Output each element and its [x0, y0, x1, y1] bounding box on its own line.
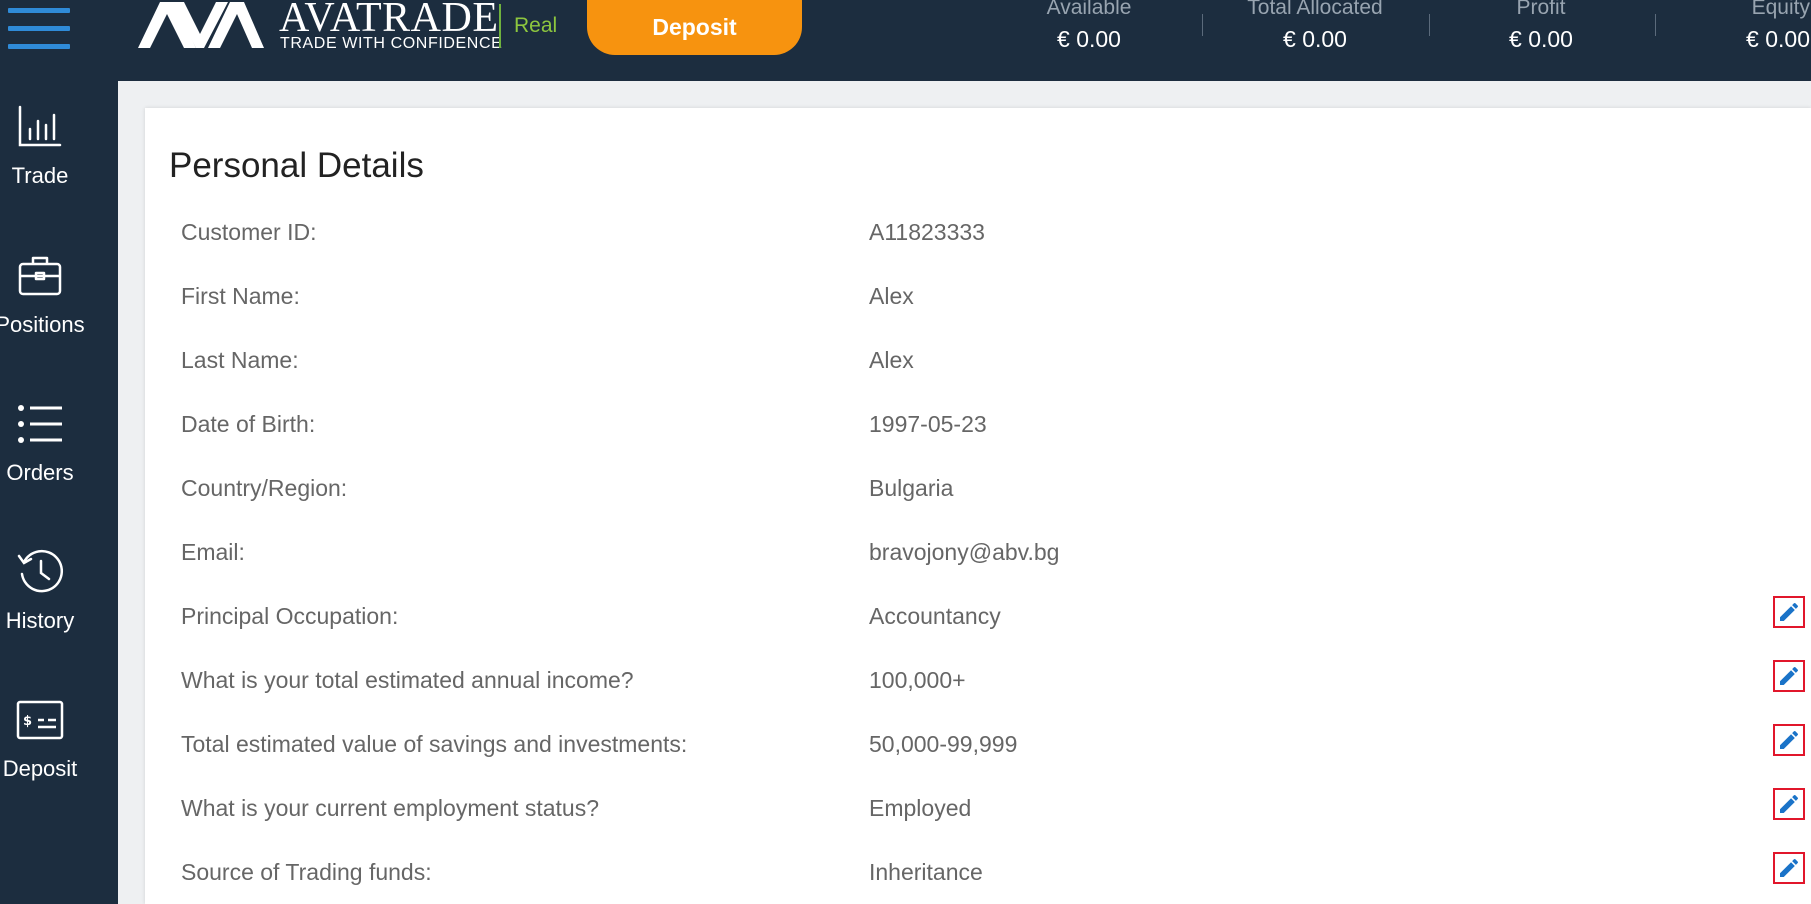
svg-text:$: $	[23, 714, 32, 729]
personal-details-card: Personal Details Customer ID: A11823333 Fi…	[145, 108, 1811, 904]
detail-value: Alex	[869, 283, 914, 309]
sidebar-item-positions[interactable]: Positions	[0, 252, 85, 372]
sidebar-item-label: Trade	[11, 163, 69, 188]
list-icon	[18, 405, 62, 443]
equity-value: € 0.00	[1746, 26, 1810, 52]
brand-divider	[499, 4, 501, 48]
total-allocated-stat: Total Allocated € 0.00	[1205, 0, 1425, 54]
equity-stat: Equity € 0.00	[1590, 0, 1810, 54]
available-value: € 0.00	[1057, 26, 1121, 52]
available-label: Available	[1046, 0, 1132, 19]
sidebar-item-label: Orders	[6, 460, 74, 485]
detail-row: Total estimated value of savings and inv…	[145, 721, 1811, 771]
deposit-card-icon: $	[16, 700, 64, 740]
sidebar-item-label: History	[5, 608, 75, 633]
pencil-icon	[1780, 794, 1799, 813]
detail-label: Principal Occupation:	[181, 603, 399, 629]
brand-tagline: TRADE WITH CONFIDENCE	[280, 35, 503, 52]
detail-value: 100,000+	[869, 667, 966, 693]
detail-label: Date of Birth:	[181, 411, 316, 437]
edit-button[interactable]	[1773, 852, 1805, 884]
sidebar-item-orders[interactable]: Orders	[0, 400, 80, 520]
sidebar-item-history[interactable]: History	[0, 548, 80, 668]
detail-value: Inheritance	[869, 859, 983, 885]
detail-value: Alex	[869, 347, 914, 373]
briefcase-icon	[18, 256, 62, 296]
detail-value: Accountancy	[869, 603, 1001, 629]
detail-row: What is your current employment status? E…	[145, 785, 1811, 835]
detail-value: 50,000-99,999	[869, 731, 1018, 757]
detail-value: Employed	[869, 795, 972, 821]
detail-row: Email: bravojony@abv.bg	[145, 529, 1811, 579]
pencil-icon	[1780, 858, 1799, 877]
detail-label: First Name:	[181, 283, 300, 309]
detail-value: Bulgaria	[869, 475, 954, 501]
bar-chart-icon	[18, 105, 62, 147]
pencil-icon	[1780, 602, 1799, 621]
equity-label: Equity	[1751, 0, 1810, 19]
pencil-icon	[1780, 730, 1799, 749]
detail-label: What is your total estimated annual inco…	[181, 667, 634, 693]
hamburger-menu-icon[interactable]	[8, 2, 70, 49]
detail-value: A11823333	[869, 219, 985, 245]
sidebar-item-deposit[interactable]: $ Deposit	[0, 696, 80, 816]
detail-row: Source of Trading funds: Inheritance	[145, 849, 1811, 899]
edit-button[interactable]	[1773, 596, 1805, 628]
detail-label: Email:	[181, 539, 245, 565]
sidebar-item-label: Deposit	[2, 756, 78, 781]
available-stat: Available € 0.00	[979, 0, 1199, 54]
detail-row: Country/Region: Bulgaria	[145, 465, 1811, 515]
total-allocated-label: Total Allocated	[1247, 0, 1383, 19]
detail-label: Total estimated value of savings and inv…	[181, 731, 688, 757]
stat-divider	[1202, 14, 1203, 36]
detail-row: Date of Birth: 1997-05-23	[145, 401, 1811, 451]
detail-value: 1997-05-23	[869, 411, 987, 437]
sidebar-item-label: Positions	[0, 312, 85, 337]
detail-label: Customer ID:	[181, 219, 317, 245]
edit-button[interactable]	[1773, 724, 1805, 756]
total-allocated-value: € 0.00	[1283, 26, 1347, 52]
pencil-icon	[1780, 666, 1799, 685]
page-title: Personal Details	[169, 146, 424, 185]
top-bar: AVATRADE TRADE WITH CONFIDENCE Real Depo…	[0, 0, 1811, 81]
history-icon	[17, 549, 63, 593]
detail-row: Customer ID: A11823333	[145, 209, 1811, 259]
detail-value: bravojony@abv.bg	[869, 539, 1060, 565]
detail-row: What is your total estimated annual inco…	[145, 657, 1811, 707]
detail-label: Source of Trading funds:	[181, 859, 432, 885]
detail-row: Last Name: Alex	[145, 337, 1811, 387]
deposit-button[interactable]: Deposit	[587, 0, 802, 55]
sidebar-item-trade[interactable]: Trade	[0, 103, 80, 223]
stat-divider	[1429, 14, 1430, 36]
avatrade-logo-icon	[138, 2, 264, 48]
detail-row: First Name: Alex	[145, 273, 1811, 323]
detail-label: What is your current employment status?	[181, 795, 599, 821]
edit-button[interactable]	[1773, 788, 1805, 820]
detail-label: Country/Region:	[181, 475, 348, 501]
account-type-label: Real	[514, 14, 558, 37]
detail-row: Principal Occupation: Accountancy	[145, 593, 1811, 643]
detail-label: Last Name:	[181, 347, 299, 373]
edit-button[interactable]	[1773, 660, 1805, 692]
sidebar: Trade Positions Orders History $ Deposit	[0, 81, 118, 904]
